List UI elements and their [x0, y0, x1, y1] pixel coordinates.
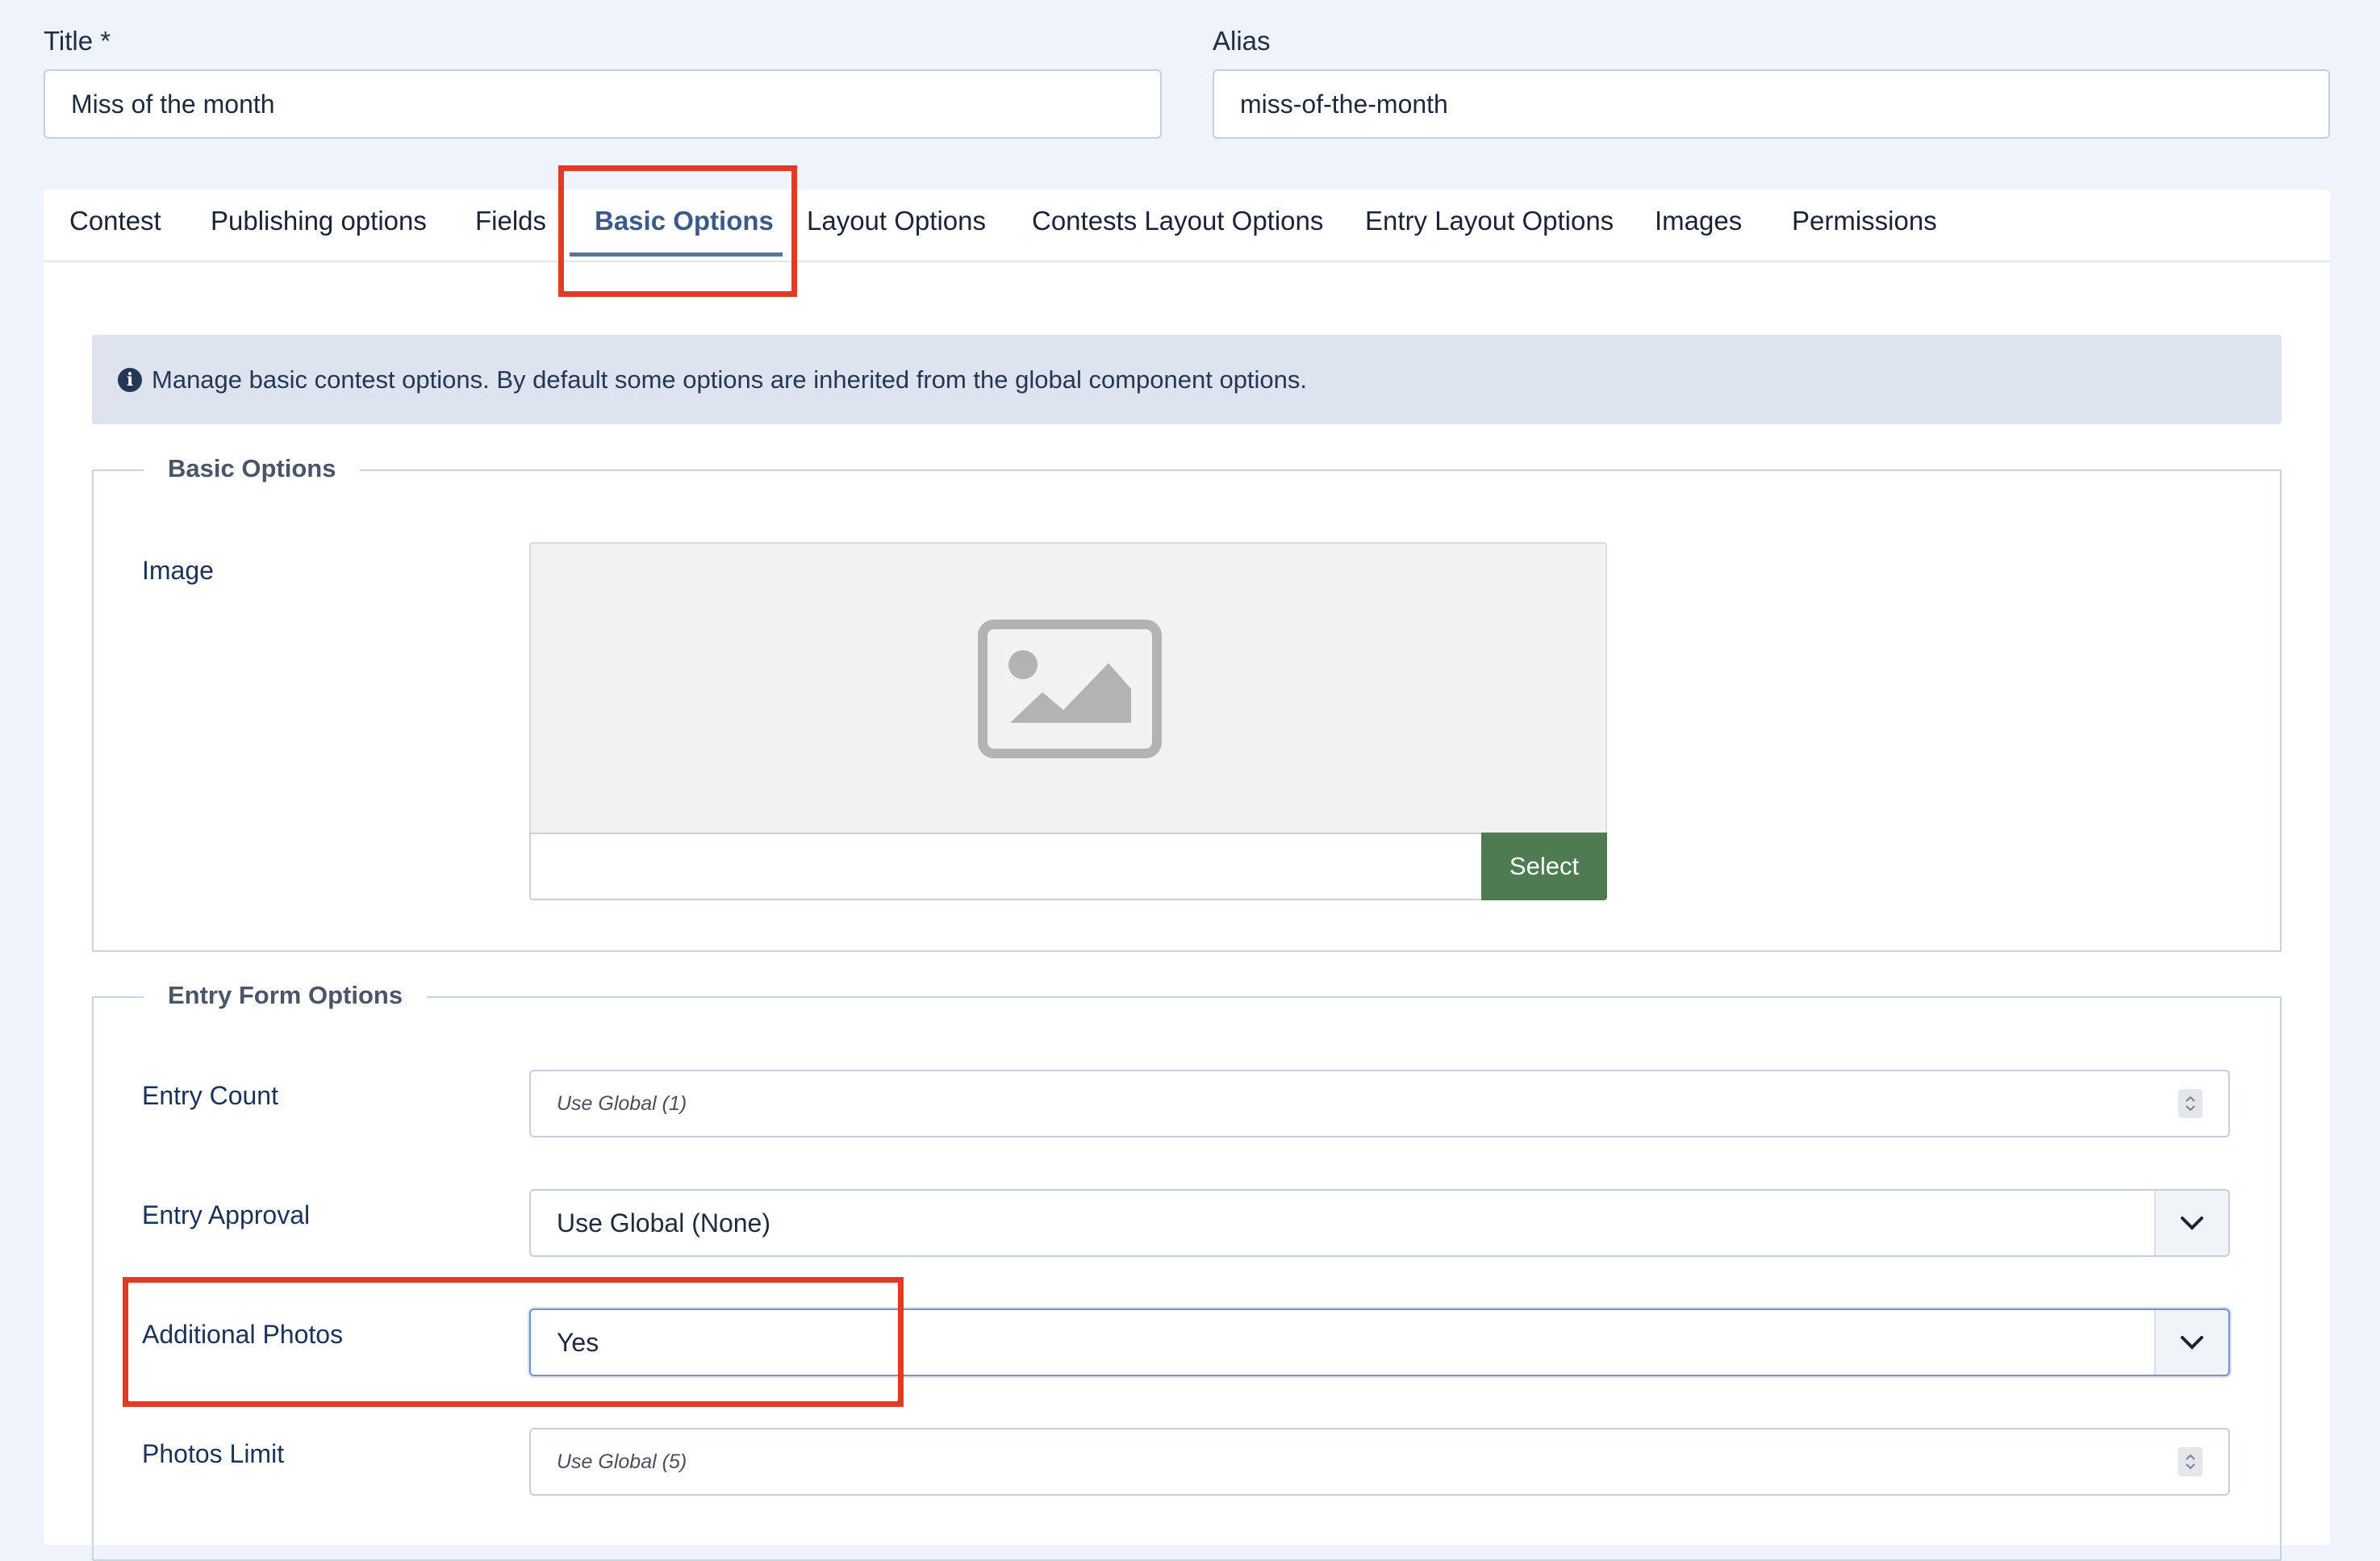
basic-options-legend: Basic Options: [144, 454, 361, 483]
active-tab-indicator: [570, 253, 783, 257]
select-image-button[interactable]: Select: [1481, 833, 1607, 900]
chevron-down-icon[interactable]: [2154, 1310, 2228, 1375]
tab-entry-layout-options[interactable]: Entry Layout Options: [1365, 206, 1614, 236]
tab-contests-layout-options[interactable]: Contests Layout Options: [1032, 206, 1323, 236]
photos-limit-placeholder: Use Global (5): [557, 1450, 687, 1473]
entry-count-placeholder: Use Global (1): [557, 1091, 687, 1115]
alias-label: Alias: [1213, 26, 1271, 56]
spinner-icon[interactable]: [2178, 1447, 2203, 1476]
entry-approval-select[interactable]: Use Global (None): [529, 1189, 2230, 1257]
tab-contest[interactable]: Contest: [69, 206, 161, 236]
tab-fields[interactable]: Fields: [475, 206, 546, 236]
entry-count-input[interactable]: Use Global (1): [529, 1070, 2230, 1137]
tab-permissions[interactable]: Permissions: [1792, 206, 1937, 236]
tab-images[interactable]: Images: [1655, 206, 1742, 236]
entry-count-label: Entry Count: [142, 1081, 278, 1110]
photos-limit-input[interactable]: Use Global (5): [529, 1428, 2230, 1496]
photos-limit-label: Photos Limit: [142, 1439, 285, 1468]
tab-layout-options[interactable]: Layout Options: [807, 206, 986, 236]
info-alert-text: Manage basic contest options. By default…: [152, 365, 1308, 394]
additional-photos-select[interactable]: Yes: [529, 1308, 2230, 1376]
entry-approval-label: Entry Approval: [142, 1200, 311, 1229]
title-input[interactable]: Miss of the month: [44, 69, 1162, 139]
info-alert: i Manage basic contest options. By defau…: [92, 335, 2282, 424]
entry-approval-value: Use Global (None): [557, 1208, 770, 1238]
title-label: Title *: [44, 26, 111, 56]
tab-publishing-options[interactable]: Publishing options: [211, 206, 427, 236]
chevron-down-icon[interactable]: [2154, 1191, 2228, 1255]
tab-basic-options[interactable]: Basic Options: [595, 206, 774, 236]
entry-form-legend: Entry Form Options: [144, 981, 428, 1010]
alias-input[interactable]: miss-of-the-month: [1213, 69, 2330, 139]
image-label: Image: [142, 556, 214, 585]
image-path-input[interactable]: [529, 833, 1483, 900]
additional-photos-label: Additional Photos: [142, 1320, 344, 1349]
spinner-icon[interactable]: [2178, 1089, 2203, 1118]
info-circle-icon: i: [118, 367, 142, 392]
additional-photos-value: Yes: [557, 1327, 599, 1357]
image-placeholder-icon: [978, 620, 1162, 758]
image-preview[interactable]: [529, 542, 1607, 834]
